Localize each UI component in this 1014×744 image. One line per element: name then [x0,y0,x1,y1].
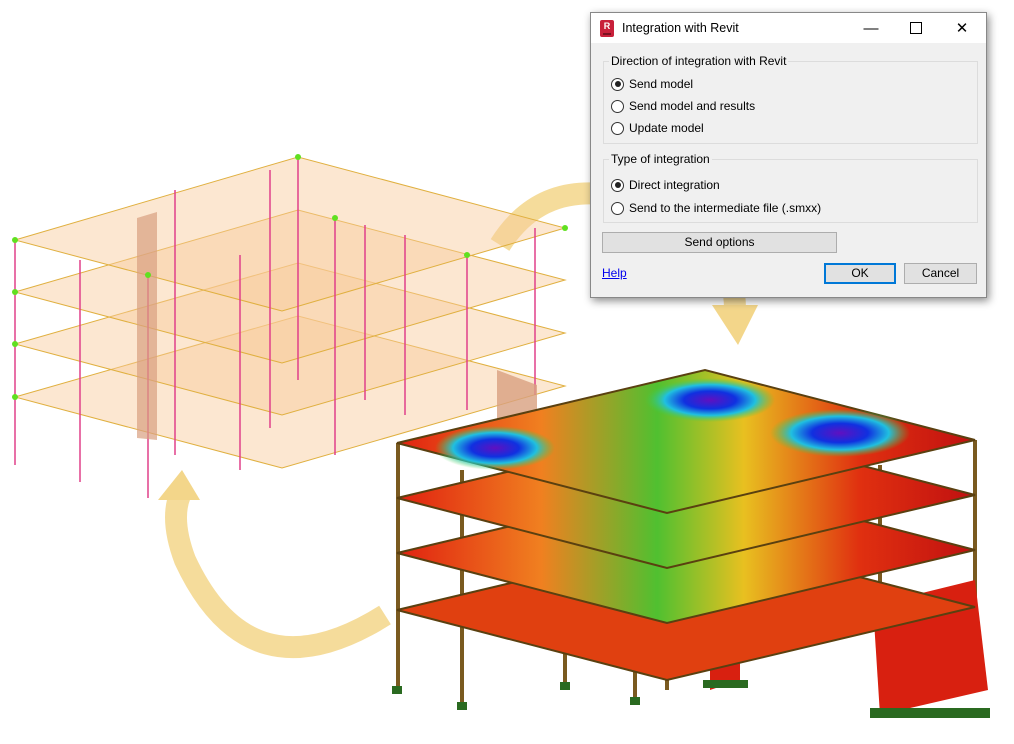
radio-label: Direct integration [629,178,720,192]
send-options-button[interactable]: Send options [602,232,837,253]
radio-send-model-and-results[interactable]: Send model and results [611,99,755,113]
maximize-button[interactable] [893,13,939,43]
title-bar[interactable]: R Integration with Revit — ✕ [591,13,986,43]
radio-label: Update model [629,121,704,135]
cancel-button[interactable]: Cancel [904,263,977,284]
close-button[interactable]: ✕ [939,13,985,43]
help-link[interactable]: Help [602,266,627,280]
ok-button[interactable]: OK [824,263,896,284]
maximize-icon [910,22,922,34]
radio-label: Send to the intermediate file (.smxx) [629,201,822,215]
radio-intermediate-file[interactable]: Send to the intermediate file (.smxx) [611,201,821,215]
radio-label: Send model [629,77,694,91]
radio-button-icon [611,99,624,113]
results-model [392,368,990,718]
type-group-label: Type of integration [609,152,712,166]
close-icon: ✕ [955,20,969,37]
radio-button-icon [611,178,624,192]
direction-group: Direction of integration with Revit Send… [603,54,978,144]
minimize-button[interactable]: — [848,13,894,43]
radio-update-model[interactable]: Update model [611,121,704,135]
radio-button-icon [611,121,624,135]
bottom-curved-arrow [158,470,391,658]
radio-send-model[interactable]: Send model [611,77,693,91]
radio-button-icon [611,201,624,215]
integration-dialog: R Integration with Revit — ✕ Direction o… [590,12,987,298]
direction-group-label: Direction of integration with Revit [609,54,789,68]
revit-app-icon: R [600,19,614,37]
type-group: Type of integration Direct integration S… [603,152,978,223]
radio-label: Send model and results [629,99,756,113]
minimize-icon: — [863,19,879,37]
radio-direct-integration[interactable]: Direct integration [611,178,720,192]
radio-button-icon [611,77,624,91]
dialog-title: Integration with Revit [622,21,739,35]
